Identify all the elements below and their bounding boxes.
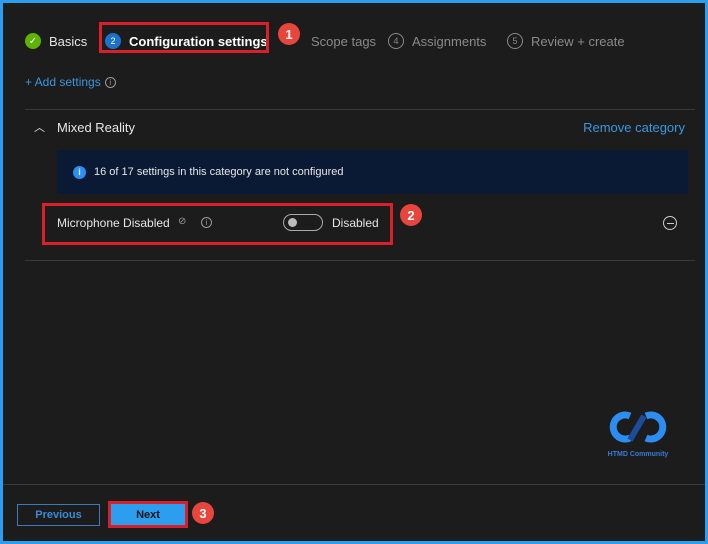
annotation-badge-2: 2 [400, 204, 422, 226]
info-banner: i 16 of 17 settings in this category are… [57, 150, 688, 194]
step-number-icon: 5 [507, 33, 523, 49]
step-label: Scope tags [311, 33, 377, 49]
divider [25, 260, 695, 261]
add-settings-label: + Add settings [25, 75, 101, 89]
step-label: Assignments [412, 33, 487, 49]
annotation-badge-3: 3 [192, 502, 214, 524]
annotation-box-3 [108, 501, 188, 528]
watermark-text: HTMD Community [607, 451, 669, 458]
add-settings-link[interactable]: + Add settings i [25, 75, 116, 89]
htmd-logo: HTMD Community [603, 408, 673, 458]
check-icon: ✓ [25, 33, 41, 49]
step-assignments[interactable]: 4 Assignments [388, 33, 486, 49]
chevron-up-icon: ︿ [34, 122, 45, 134]
step-scope-tags[interactable]: 3 Scope tags [287, 33, 376, 49]
info-text: 16 of 17 settings in this category are n… [94, 166, 344, 178]
info-icon: i [73, 165, 86, 179]
annotation-badge-1: 1 [278, 23, 300, 45]
annotation-box-2 [42, 203, 393, 245]
info-icon: i [104, 76, 116, 88]
step-number-icon: 4 [388, 33, 404, 49]
logo-icon [609, 411, 667, 443]
remove-category-link[interactable]: Remove category [583, 120, 685, 135]
footer-divider [3, 484, 705, 485]
category-header[interactable]: ︿ Mixed Reality [34, 119, 135, 135]
wizard-panel: ✓ Basics 2 Configuration settings 3 Scop… [3, 3, 705, 541]
remove-setting-icon[interactable] [663, 216, 677, 230]
previous-button[interactable]: Previous [17, 504, 100, 526]
step-label: Review + create [531, 33, 625, 49]
category-name: Mixed Reality [57, 119, 136, 135]
step-basics[interactable]: ✓ Basics [25, 33, 87, 49]
step-review-create[interactable]: 5 Review + create [507, 33, 625, 49]
divider [25, 109, 695, 110]
annotation-box-1 [99, 22, 269, 53]
step-label: Basics [49, 33, 88, 49]
